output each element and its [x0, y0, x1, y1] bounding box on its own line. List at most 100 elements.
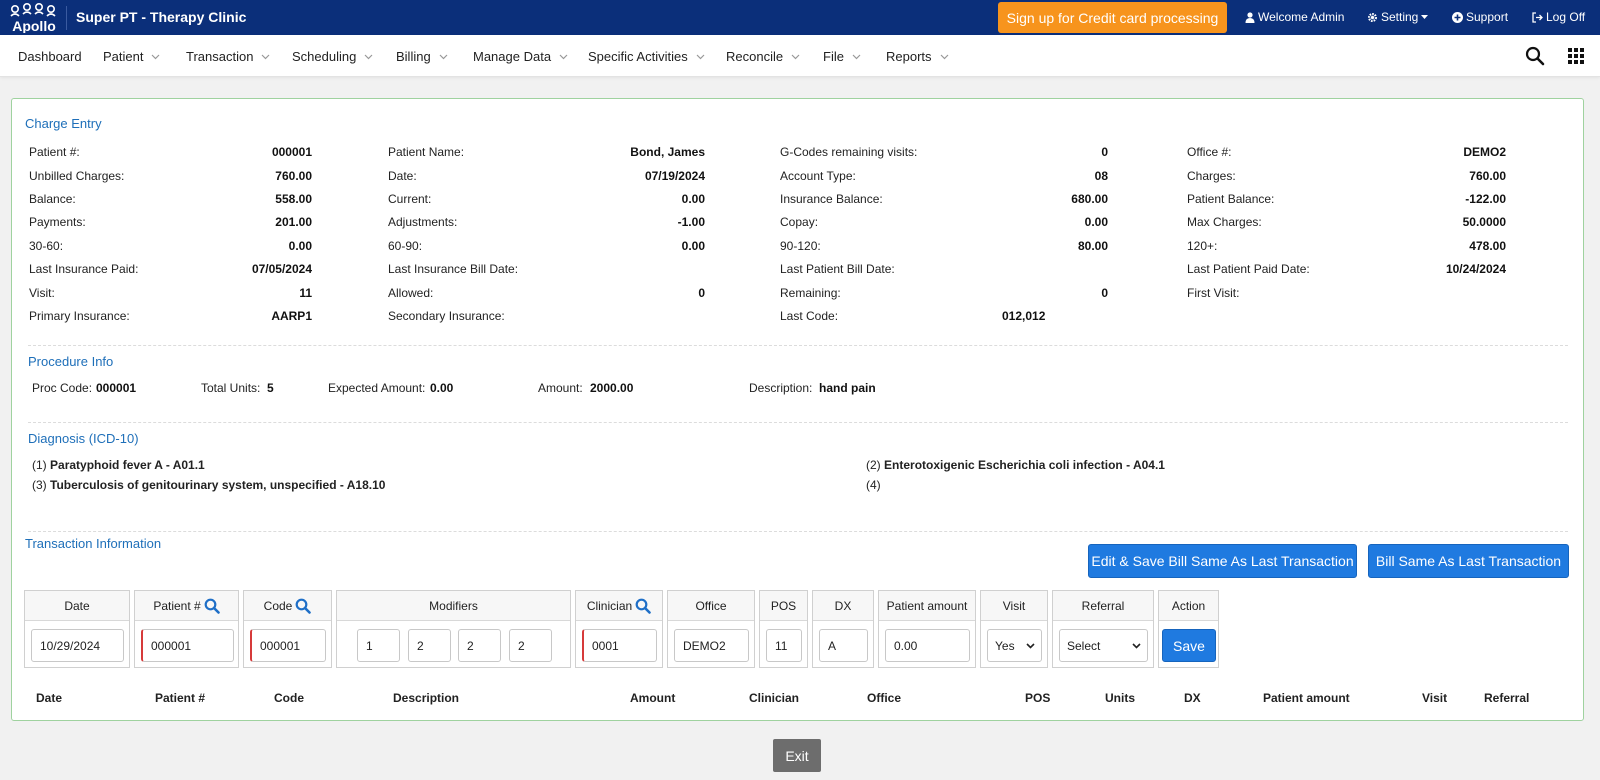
pos-input[interactable]: 11	[766, 629, 802, 662]
search-icon[interactable]	[1525, 46, 1545, 66]
amount-label: Amount:	[538, 381, 583, 395]
modifier-3-input[interactable]: 2	[458, 629, 501, 662]
date-input[interactable]: 10/29/2024	[31, 629, 124, 662]
support-link[interactable]: Support	[1452, 10, 1508, 24]
field-value: -1.00	[677, 215, 705, 229]
chevron-down-icon	[439, 54, 448, 60]
section-divider	[28, 345, 1568, 346]
expected-amount-label: Expected Amount:	[328, 381, 426, 395]
menu-specific-activities[interactable]: Specific Activities	[588, 49, 705, 64]
office-input[interactable]: DEMO2	[674, 629, 749, 662]
clinician-input[interactable]: 0001	[582, 629, 657, 662]
field-value: 10/24/2024	[1445, 262, 1506, 276]
welcome-user-link[interactable]: Welcome Admin	[1245, 10, 1344, 24]
setting-label: Setting	[1381, 10, 1419, 24]
modifiers-header: Modifiers	[337, 591, 570, 621]
field-label: Balance:	[29, 192, 76, 206]
code-search-icon[interactable]	[295, 598, 312, 614]
menu-file[interactable]: File	[823, 49, 861, 64]
col-header-referral[interactable]: Referral	[1484, 691, 1529, 705]
modifier-4-input[interactable]: 2	[509, 629, 552, 662]
logoff-link[interactable]: Log Off	[1532, 10, 1585, 24]
field-value: 0	[1101, 145, 1108, 159]
plus-circle-icon	[1452, 11, 1463, 23]
menu-dashboard[interactable]: Dashboard	[18, 49, 82, 64]
field-label: First Visit:	[1187, 286, 1240, 300]
apollo-logo[interactable]: Apollo	[6, 2, 62, 34]
code-input[interactable]: 000001	[250, 629, 326, 662]
field-label: Secondary Insurance:	[388, 309, 505, 323]
edit-save-bill-same-button[interactable]: Edit & Save Bill Same As Last Transactio…	[1088, 544, 1357, 578]
field-value: 0.00	[288, 239, 312, 253]
patient-search-icon[interactable]	[204, 598, 220, 614]
field-value: 760.00	[1469, 169, 1506, 183]
total-units-label: Total Units:	[201, 381, 261, 395]
exit-button[interactable]: Exit	[773, 739, 821, 772]
grid-icon[interactable]	[1568, 48, 1584, 64]
col-header-visit[interactable]: Visit	[1422, 691, 1447, 705]
col-header-patient[interactable]: Patient #	[155, 691, 205, 705]
patient-number-input[interactable]: 000001	[141, 629, 234, 662]
referral-select[interactable]: Select	[1059, 629, 1148, 662]
col-header-office[interactable]: Office	[867, 691, 901, 705]
clinic-title: Super PT - Therapy Clinic	[76, 9, 247, 25]
field-label: 60-90:	[388, 239, 423, 253]
field-value: 07/05/2024	[251, 262, 312, 276]
setting-menu[interactable]: Setting	[1367, 10, 1429, 24]
patient-header: Patient #	[135, 591, 238, 621]
logout-icon	[1532, 11, 1543, 23]
col-header-pos[interactable]: POS	[1025, 691, 1050, 705]
diagnosis-text: Tuberculosis of genitourinary system, un…	[50, 478, 386, 492]
field-label: Patient #:	[29, 145, 80, 159]
transaction-info-title: Transaction Information	[25, 536, 162, 551]
clinician-search-icon[interactable]	[635, 598, 651, 614]
save-button[interactable]: Save	[1162, 629, 1216, 662]
menu-billing[interactable]: Billing	[396, 49, 448, 64]
dx-input[interactable]: A	[819, 629, 868, 662]
menu-transaction[interactable]: Transaction	[186, 49, 270, 64]
action-header: Action	[1159, 591, 1218, 621]
header-label: Date	[64, 598, 90, 613]
patient-amount-input[interactable]: 0.00	[885, 629, 970, 662]
menu-reports[interactable]: Reports	[886, 49, 949, 64]
field-label: Account Type:	[780, 169, 856, 183]
menu-patient[interactable]: Patient	[103, 49, 160, 64]
bill-same-button[interactable]: Bill Same As Last Transaction	[1368, 544, 1569, 578]
menu-manage-data[interactable]: Manage Data	[473, 49, 568, 64]
col-header-units[interactable]: Units	[1105, 691, 1135, 705]
caret-down-icon	[1421, 14, 1429, 19]
modifier-1-input[interactable]: 1	[357, 629, 400, 662]
modifier-2-input[interactable]: 2	[408, 629, 451, 662]
col-header-clinician[interactable]: Clinician	[749, 691, 799, 705]
chevron-down-icon	[1132, 642, 1141, 649]
code-entry-cell: Code 000001	[243, 590, 332, 668]
field-value: 07/19/2024	[644, 169, 705, 183]
field-value: 11	[299, 286, 312, 300]
procedure-info-title: Procedure Info	[28, 354, 114, 369]
dx-entry-cell: DX A	[812, 590, 874, 668]
header-label: DX	[834, 598, 852, 613]
patient-entry-cell: Patient # 000001	[134, 590, 239, 668]
office-header: Office	[668, 591, 754, 621]
col-header-dx[interactable]: DX	[1184, 691, 1201, 705]
menu-scheduling[interactable]: Scheduling	[292, 49, 373, 64]
visit-select[interactable]: Yes	[987, 629, 1042, 662]
field-value: 558.00	[275, 192, 312, 206]
menu-label: Transaction	[186, 49, 254, 64]
menu-reconcile[interactable]: Reconcile	[726, 49, 800, 64]
col-header-patient-amount[interactable]: Patient amount	[1263, 691, 1350, 705]
field-label: Patient Balance:	[1187, 192, 1275, 206]
header-label: Modifiers	[429, 598, 478, 613]
col-header-code[interactable]: Code	[274, 691, 304, 705]
section-divider	[28, 531, 1568, 532]
chevron-down-icon	[559, 54, 568, 60]
patient-amount-entry-cell: Patient amount 0.00	[878, 590, 976, 668]
patient-amount-header: Patient amount	[879, 591, 975, 621]
diagnosis-number: (3)	[32, 478, 47, 492]
col-header-description[interactable]: Description	[393, 691, 459, 705]
field-value: 201.00	[275, 215, 312, 229]
col-header-date[interactable]: Date	[36, 691, 62, 705]
col-header-amount[interactable]: Amount	[630, 691, 675, 705]
credit-card-signup-button[interactable]: Sign up for Credit card processing	[998, 2, 1227, 33]
total-units-value: 5	[267, 381, 274, 395]
